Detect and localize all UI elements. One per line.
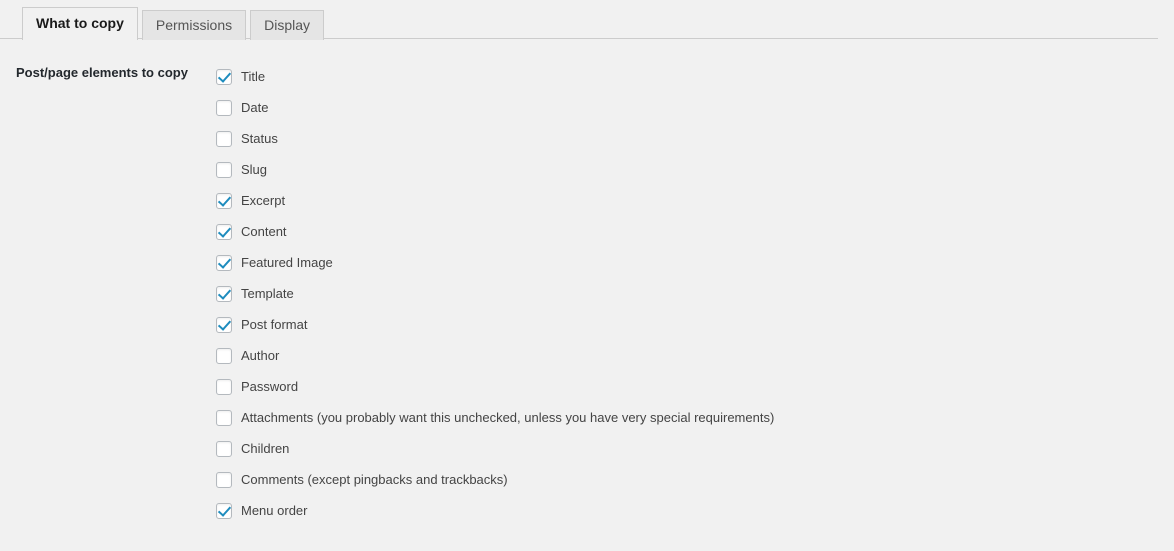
tab-what-to-copy[interactable]: What to copy	[22, 7, 138, 41]
option-row[interactable]: Date	[216, 92, 1174, 123]
option-label[interactable]: Post format	[241, 317, 307, 333]
option-label[interactable]: Author	[241, 348, 279, 364]
field-label-post-page-elements: Post/page elements to copy	[16, 65, 188, 80]
checkbox-slug[interactable]	[216, 161, 232, 178]
option-row[interactable]: Attachments (you probably want this unch…	[216, 402, 1174, 433]
checkbox-comments[interactable]	[216, 471, 232, 488]
option-row[interactable]: Excerpt	[216, 185, 1174, 216]
option-row[interactable]: Featured Image	[216, 247, 1174, 278]
option-row[interactable]: Password	[216, 371, 1174, 402]
checkbox-menu[interactable]	[216, 502, 232, 519]
option-row[interactable]: Template	[216, 278, 1174, 309]
checkbox-post[interactable]	[216, 316, 232, 333]
option-label[interactable]: Password	[241, 379, 298, 395]
option-label[interactable]: Featured Image	[241, 255, 333, 271]
option-label[interactable]: Comments (except pingbacks and trackback…	[241, 472, 508, 488]
checkbox-template[interactable]	[216, 285, 232, 302]
option-row[interactable]: Menu order	[216, 495, 1174, 526]
elements-checkbox-group: Title Date Status Slug Excerpt Content Feature…	[216, 61, 1174, 526]
option-label[interactable]: Menu order	[241, 503, 307, 519]
checkbox-password[interactable]	[216, 378, 232, 395]
tab-permissions[interactable]: Permissions	[141, 10, 247, 40]
tab-list: What to copy Permissions Display	[22, 0, 1174, 41]
option-label[interactable]: Template	[241, 286, 294, 302]
settings-tab-strip: What to copy Permissions Display	[0, 0, 1174, 41]
option-label[interactable]: Date	[241, 100, 268, 116]
option-row[interactable]: Status	[216, 123, 1174, 154]
checkbox-status[interactable]	[216, 130, 232, 147]
checkbox-excerpt[interactable]	[216, 192, 232, 209]
checkbox-date[interactable]	[216, 99, 232, 116]
option-label[interactable]: Attachments (you probably want this unch…	[241, 410, 774, 426]
option-label[interactable]: Status	[241, 131, 278, 147]
checkbox-children[interactable]	[216, 440, 232, 457]
option-row[interactable]: Comments (except pingbacks and trackback…	[216, 464, 1174, 495]
option-label[interactable]: Children	[241, 441, 289, 457]
checkbox-featured[interactable]	[216, 254, 232, 271]
option-label[interactable]: Title	[241, 69, 265, 85]
tab-display[interactable]: Display	[250, 10, 325, 40]
option-row[interactable]: Title	[216, 61, 1174, 92]
option-label[interactable]: Excerpt	[241, 193, 285, 209]
checkbox-author[interactable]	[216, 347, 232, 364]
option-row[interactable]: Post format	[216, 309, 1174, 340]
option-row[interactable]: Author	[216, 340, 1174, 371]
checkbox-attachments[interactable]	[216, 409, 232, 426]
what-to-copy-panel: Post/page elements to copy Title Date Stat…	[0, 39, 1174, 526]
checkbox-title[interactable]	[216, 68, 232, 85]
option-row[interactable]: Children	[216, 433, 1174, 464]
option-label[interactable]: Content	[241, 224, 287, 240]
option-row[interactable]: Slug	[216, 154, 1174, 185]
option-label[interactable]: Slug	[241, 162, 267, 178]
checkbox-content[interactable]	[216, 223, 232, 240]
option-row[interactable]: Content	[216, 216, 1174, 247]
